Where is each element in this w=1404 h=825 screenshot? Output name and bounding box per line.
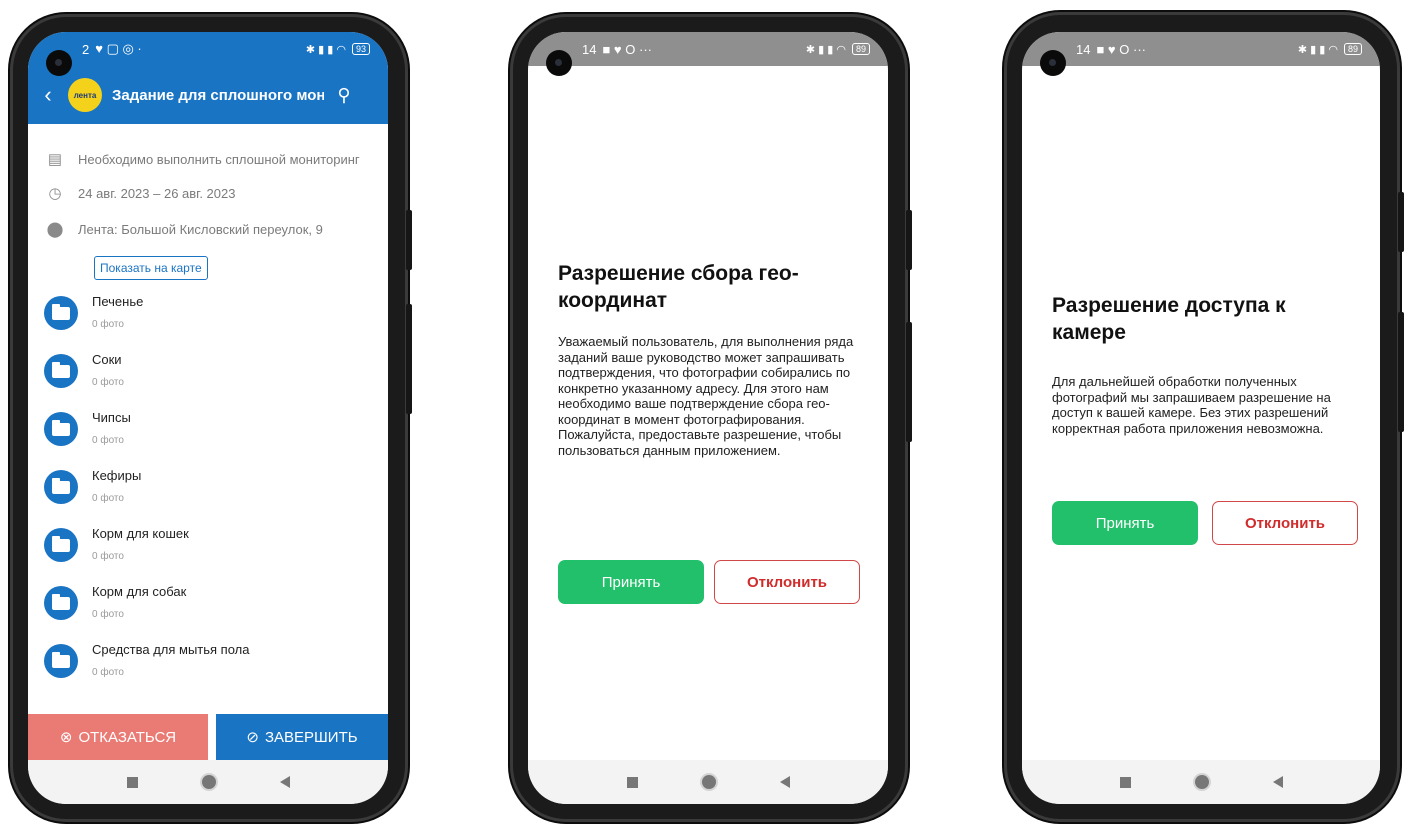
- page-title: Задание для сплошного мониторинга: [112, 86, 324, 104]
- back-icon[interactable]: [1272, 776, 1283, 788]
- search-icon[interactable]: ⚲: [330, 85, 358, 106]
- folder-name: Средства для мытья пола: [92, 642, 250, 657]
- system-nav-bar: [528, 760, 888, 804]
- dialog-text: Уважаемый пользователь, для выполнения р…: [558, 334, 854, 458]
- phone-task-screen: 2 ♥ ▢ ◎ · ✱ ▮ ▮ ◠ 93 ‹ лента Задание для…: [10, 14, 412, 822]
- status-time: 14: [1076, 41, 1091, 57]
- power-button: [1398, 312, 1404, 432]
- folder-item[interactable]: Чипсы 0 фото: [44, 410, 131, 446]
- volume-button: [906, 210, 912, 270]
- folder-item[interactable]: Соки 0 фото: [44, 352, 124, 388]
- accept-button[interactable]: Принять: [558, 560, 704, 604]
- screen: 14 ■ ♥ O ··· ✱ ▮ ▮ ◠ 89 Разрешение сбора…: [528, 32, 888, 804]
- folder-item[interactable]: Корм для собак 0 фото: [44, 584, 186, 620]
- system-nav-bar: [1022, 760, 1380, 804]
- dialog-text: Для дальнейшей обработки полученных фото…: [1052, 374, 1331, 436]
- folder-name: Соки: [92, 352, 122, 367]
- home-icon[interactable]: [201, 775, 216, 789]
- task-dates-row: ◷ 24 авг. 2023 – 26 авг. 2023: [44, 184, 235, 202]
- phone-camera-permission-screen: 14 ■ ♥ O ··· ✱ ▮ ▮ ◠ 89 Разрешение досту…: [1004, 12, 1404, 822]
- battery-icon: 93: [351, 43, 370, 55]
- task-address-row: ⬤ Лента: Большой Кисловский переулок, 9: [44, 220, 323, 238]
- power-button: [906, 322, 912, 442]
- refuse-label: ОТКАЗАТЬСЯ: [78, 728, 177, 746]
- notification-icon: ■ ♥ O ···: [1096, 41, 1146, 57]
- status-time: 2: [82, 41, 90, 57]
- battery-icon: 89: [851, 43, 870, 55]
- status-time: 14: [582, 41, 597, 57]
- signal-icon: ✱ ▮ ▮ ◠: [1297, 43, 1338, 56]
- system-nav-bar: [28, 760, 388, 804]
- front-camera: [546, 50, 572, 76]
- status-bar: 14 ■ ♥ O ··· ✱ ▮ ▮ ◠ 89: [528, 32, 888, 66]
- recents-icon[interactable]: [126, 776, 138, 788]
- power-button: [406, 304, 412, 414]
- folder-count: 0 фото: [92, 609, 124, 620]
- folder-count: 0 фото: [92, 551, 124, 562]
- back-arrow-icon[interactable]: ‹: [28, 82, 68, 108]
- lenta-logo: лента: [68, 78, 102, 112]
- back-icon[interactable]: [279, 776, 290, 788]
- folder-count: 0 фото: [92, 319, 124, 330]
- dialog-title: Разрешение доступа к камере: [1052, 294, 1286, 344]
- phone-geo-permission-screen: 14 ■ ♥ O ··· ✱ ▮ ▮ ◠ 89 Разрешение сбора…: [510, 14, 912, 822]
- back-icon[interactable]: [779, 776, 790, 788]
- status-bar: 2 ♥ ▢ ◎ · ✱ ▮ ▮ ◠ 93: [28, 32, 388, 66]
- folder-item[interactable]: Средства для мытья пола 0 фото: [44, 642, 250, 678]
- folder-icon: [44, 586, 78, 620]
- folder-name: Корм для собак: [92, 584, 187, 599]
- finish-label: ЗАВЕРШИТЬ: [264, 728, 358, 746]
- folder-icon: [44, 412, 78, 446]
- folder-item[interactable]: Корм для кошек 0 фото: [44, 526, 189, 562]
- home-icon[interactable]: [701, 775, 716, 789]
- finish-button[interactable]: ⊘ ЗАВЕРШИТЬ: [216, 714, 388, 760]
- task-description-row: ▤ Необходимо выполнить сплошной монитори…: [44, 150, 360, 168]
- folder-name: Корм для кошек: [92, 526, 189, 541]
- folder-name: Кефиры: [92, 468, 142, 483]
- cancel-circle-icon: ⊗: [59, 729, 73, 746]
- folder-name: Чипсы: [92, 410, 131, 425]
- location-pin-icon: ⬤: [46, 221, 64, 238]
- show-on-map-button[interactable]: Показать на карте: [94, 256, 208, 280]
- folder-count: 0 фото: [92, 667, 124, 678]
- signal-icon: ✱ ▮ ▮ ◠: [305, 43, 346, 56]
- refuse-button[interactable]: ⊗ ОТКАЗАТЬСЯ: [28, 714, 208, 760]
- battery-icon: 89: [1343, 43, 1362, 55]
- recents-icon[interactable]: [1119, 776, 1131, 788]
- recents-icon[interactable]: [626, 776, 638, 788]
- clock-icon: ◷: [48, 185, 62, 202]
- folder-count: 0 фото: [92, 377, 124, 388]
- notification-icon: ♥ ▢ ◎ ·: [95, 41, 142, 56]
- accept-button[interactable]: Принять: [1052, 501, 1198, 545]
- volume-button: [1398, 192, 1404, 252]
- app-bar: ‹ лента Задание для сплошного мониторинг…: [28, 66, 388, 124]
- dialog-title: Разрешение сбора гео-координат: [558, 262, 799, 312]
- folder-count: 0 фото: [92, 493, 124, 504]
- front-camera: [46, 50, 72, 76]
- status-bar: 14 ■ ♥ O ··· ✱ ▮ ▮ ◠ 89: [1022, 32, 1380, 66]
- folder-icon: [44, 296, 78, 330]
- folder-icon: [44, 470, 78, 504]
- decline-button[interactable]: Отклонить: [1212, 501, 1358, 545]
- task-address: Лента: Большой Кисловский переулок, 9: [78, 221, 323, 237]
- folder-item[interactable]: Кефиры 0 фото: [44, 468, 141, 504]
- screen: 2 ♥ ▢ ◎ · ✱ ▮ ▮ ◠ 93 ‹ лента Задание для…: [28, 32, 388, 804]
- folder-icon: [44, 528, 78, 562]
- decline-button[interactable]: Отклонить: [714, 560, 860, 604]
- folder-icon: [44, 644, 78, 678]
- folder-item[interactable]: Печенье 0 фото: [44, 294, 143, 330]
- home-icon[interactable]: [1194, 775, 1209, 789]
- check-circle-icon: ⊘: [246, 729, 259, 746]
- folder-count: 0 фото: [92, 435, 124, 446]
- document-icon: ▤: [47, 151, 63, 168]
- folder-name: Печенье: [92, 294, 144, 309]
- task-description: Необходимо выполнить сплошной мониторинг: [78, 151, 360, 167]
- task-dates: 24 авг. 2023 – 26 авг. 2023: [78, 185, 236, 201]
- folder-icon: [44, 354, 78, 388]
- notification-icon: ■ ♥ O ···: [602, 41, 652, 57]
- volume-button: [406, 210, 412, 270]
- signal-icon: ✱ ▮ ▮ ◠: [805, 43, 846, 56]
- front-camera: [1040, 50, 1066, 76]
- screen: 14 ■ ♥ O ··· ✱ ▮ ▮ ◠ 89 Разрешение досту…: [1022, 32, 1380, 804]
